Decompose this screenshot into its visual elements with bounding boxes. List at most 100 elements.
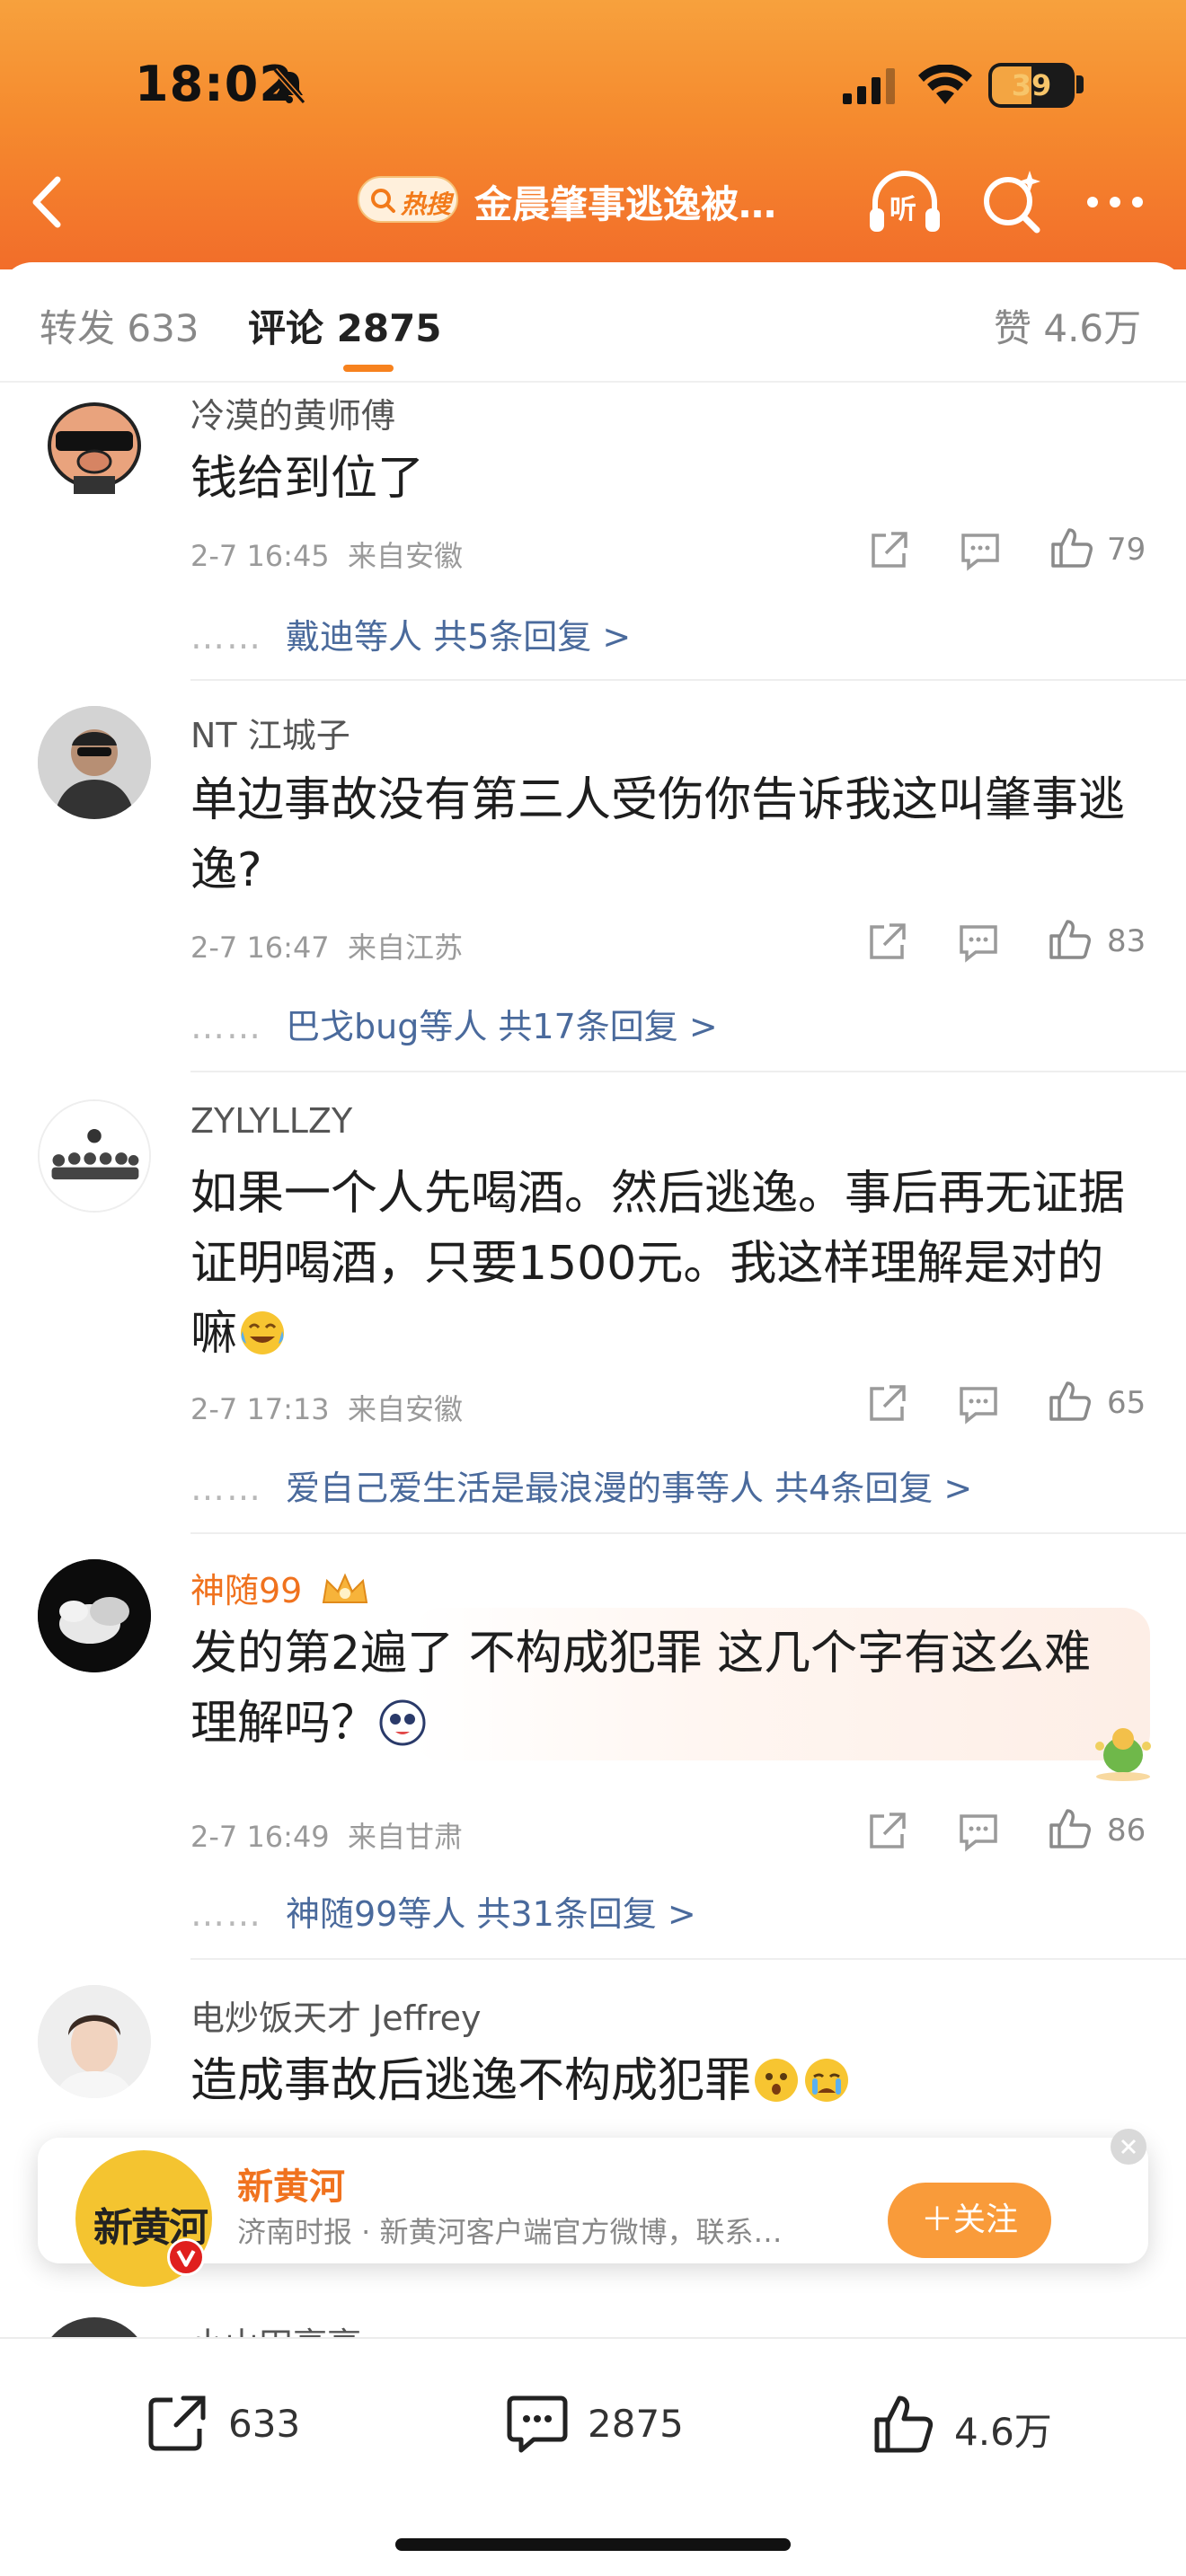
pig-avatar-image: [38, 386, 151, 499]
comment-username[interactable]: 冷漠的黄师傅: [190, 388, 395, 437]
comment-username[interactable]: NT 江城子: [190, 708, 350, 757]
divider: [190, 1532, 1186, 1534]
comment-text-content: 如果一个人先喝酒。然后逃逸。事后再无证据证明喝酒，只要1500元。我这样理解是对…: [190, 1167, 1126, 1361]
comment-time: 2-7 16:47: [190, 931, 330, 965]
cellular-signal-icon: [843, 68, 895, 104]
battery-tip: [1076, 75, 1084, 93]
share-icon[interactable]: [864, 1381, 909, 1426]
reply-icon[interactable]: [956, 1381, 1001, 1426]
hot-search-badge[interactable]: 热搜: [358, 176, 458, 223]
tab-likes[interactable]: 赞 4.6万: [994, 298, 1141, 353]
close-icon[interactable]: [1111, 2129, 1146, 2165]
avatar[interactable]: [38, 1559, 151, 1672]
comment-username[interactable]: ZYLYLLZY: [190, 1101, 352, 1141]
comment-text-content: 造成事故后逃逸不构成犯罪: [190, 2054, 752, 2108]
active-tab-indicator: [343, 365, 394, 372]
smoke-avatar-image: [38, 1559, 151, 1672]
comment-text: 发的第2遍了 不构成犯罪 这几个字有这么难理解吗？: [190, 1619, 1107, 1759]
reply-icon[interactable]: [956, 920, 1001, 965]
comment-text: 如果一个人先喝酒。然后逃逸。事后再无证据证明喝酒，只要1500元。我这样理解是对…: [190, 1159, 1134, 1369]
comment-text: 单边事故没有第三人受伤你告诉我这叫肇事逃逸?: [190, 773, 1126, 897]
divider: [0, 381, 1186, 383]
account-name[interactable]: 新黄河: [237, 2157, 345, 2210]
avatar[interactable]: [38, 706, 151, 819]
follow-button[interactable]: ＋关注: [888, 2183, 1051, 2258]
comment-time: 2-7 16:45: [190, 539, 330, 573]
comment-time: 2-7 17:13: [190, 1392, 330, 1426]
comment-meta: 2-7 16:49 来自甘肃: [190, 1814, 463, 1856]
like-count: 65: [1107, 1385, 1146, 1421]
comment-time: 2-7 16:49: [190, 1820, 330, 1854]
share-icon[interactable]: [864, 920, 909, 965]
header-bar: 18:02 39 热搜 金晨肇事逃逸被… 听: [0, 0, 1186, 269]
share-icon[interactable]: [866, 528, 911, 573]
reply-icon[interactable]: [958, 528, 1003, 573]
avatar[interactable]: [38, 386, 151, 499]
ai-search-icon[interactable]: [979, 167, 1044, 235]
tab-reposts[interactable]: 转发 633: [40, 298, 199, 353]
laugh-cry-emoji-icon: [241, 1311, 285, 1354]
like-count: 4.6万: [954, 2410, 1052, 2454]
comment-meta: 2-7 16:47 来自江苏: [190, 925, 463, 966]
share-icon[interactable]: [864, 1809, 909, 1854]
like-count: 83: [1107, 923, 1146, 959]
comment-meta: 2-7 17:13 来自安徽: [190, 1387, 463, 1428]
like-icon[interactable]: [1048, 916, 1093, 961]
reply-dots: ……: [190, 1469, 262, 1508]
dog-emoji-icon: [379, 1699, 426, 1746]
comment-meta: 2-7 16:45 来自安徽: [190, 534, 463, 575]
like-icon: [874, 2395, 934, 2453]
listen-button[interactable]: 听: [868, 167, 942, 235]
screen: { "status_bar": {"time": "18:02", "batte…: [0, 0, 1186, 2576]
comment-username[interactable]: 电炒饭天才 Jeffrey: [190, 1990, 482, 2040]
home-indicator[interactable]: [395, 2538, 791, 2551]
repost-count: 633: [228, 2402, 301, 2446]
young-man-avatar-image: [38, 1985, 151, 2098]
comment-text-content: 发的第2遍了 不构成犯罪 这几个字有这么难理解吗？: [190, 1627, 1092, 1751]
replies-link[interactable]: …… 神随99等人 共31条回复 >: [190, 1886, 696, 1936]
replies-summary: 戴迪等人 共5条回复 >: [286, 617, 632, 657]
crying-emoji-icon: [805, 2059, 849, 2102]
back-icon[interactable]: [25, 171, 70, 234]
reply-dots: ……: [190, 1894, 262, 1934]
verified-badge-icon: [167, 2238, 205, 2276]
comment-button[interactable]: 2875: [505, 2391, 721, 2456]
avatar[interactable]: [38, 1985, 151, 2098]
battery-percent: 39: [1011, 68, 1052, 102]
reply-dots: ……: [190, 617, 262, 657]
divider: [190, 679, 1186, 681]
crown-badge-icon: [323, 1573, 368, 1603]
replies-summary: 爱自己爱生活是最浪漫的事等人 共4条回复 >: [286, 1469, 973, 1508]
replies-link[interactable]: …… 爱自己爱生活是最浪漫的事等人 共4条回复 >: [190, 1460, 972, 1510]
like-icon[interactable]: [1048, 1805, 1093, 1850]
comment-location: 来自甘肃: [348, 1820, 464, 1854]
page-title: 金晨肇事逃逸被…: [474, 182, 777, 226]
avatar[interactable]: [38, 1099, 151, 1213]
reply-icon[interactable]: [956, 1809, 1001, 1854]
like-icon[interactable]: [1049, 525, 1094, 569]
account-description: 济南时报 · 新黄河客户端官方微博，联系…: [237, 2215, 783, 2249]
wifi-icon: [918, 65, 972, 104]
comment-location: 来自江苏: [348, 931, 464, 965]
surprised-emoji-icon: [755, 2059, 799, 2102]
replies-summary: 巴戈bug等人 共17条回复 >: [286, 1007, 718, 1046]
bell-muted-icon: [272, 68, 306, 104]
repost-button[interactable]: 633: [146, 2391, 325, 2456]
search-icon: [371, 189, 395, 213]
comment-count: 2875: [588, 2402, 684, 2446]
tab-comments[interactable]: 评论 2875: [248, 298, 442, 353]
like-button[interactable]: 4.6万: [872, 2391, 1087, 2456]
like-icon[interactable]: [1048, 1378, 1093, 1423]
battery-icon: 39: [988, 63, 1075, 108]
replies-link[interactable]: …… 巴戈bug等人 共17条回复 >: [190, 999, 718, 1048]
follow-suggestion-card[interactable]: 新黄河 新黄河 济南时报 · 新黄河客户端官方微博，联系… ＋关注: [38, 2129, 1148, 2287]
replies-link[interactable]: …… 戴迪等人 共5条回复 >: [190, 609, 631, 658]
comment-text: 钱给到位了: [190, 452, 425, 506]
divider: [190, 1958, 1186, 1960]
comment-username[interactable]: 神随99: [190, 1563, 370, 1612]
more-icon[interactable]: [1084, 189, 1146, 216]
listen-label: 听: [890, 194, 916, 225]
like-count: 86: [1107, 1813, 1146, 1848]
hot-search-label: 热搜: [401, 190, 452, 219]
divider: [190, 1071, 1186, 1072]
